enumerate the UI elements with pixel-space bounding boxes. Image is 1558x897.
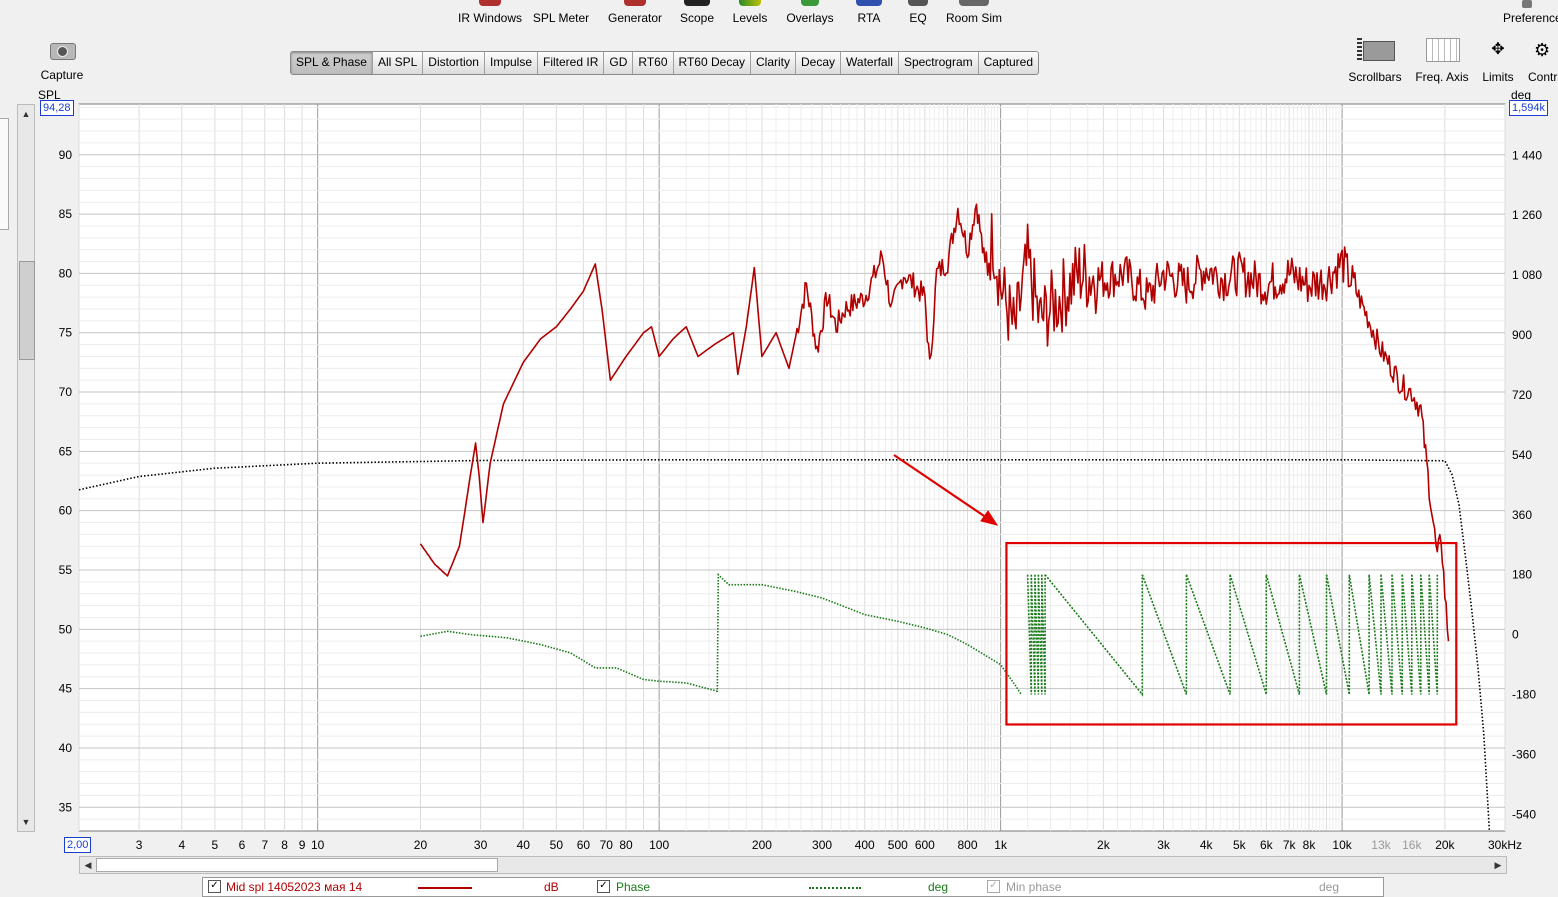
phase-tick-label: 1 080 bbox=[1512, 268, 1542, 282]
spl-tick-label: 90 bbox=[59, 148, 73, 162]
horizontal-scroll-thumb[interactable] bbox=[96, 858, 498, 872]
phase-tick-label: 900 bbox=[1512, 328, 1532, 342]
phase-tick-label: 1 260 bbox=[1512, 208, 1542, 222]
phase-visible-checkbox[interactable]: ✓ bbox=[597, 880, 610, 893]
freq-tick-label: 13k bbox=[1371, 838, 1391, 852]
freq-tick-label: 4 bbox=[178, 838, 185, 852]
phase-tick-label: 0 bbox=[1512, 628, 1519, 642]
freq-tick-label: 50 bbox=[550, 838, 564, 852]
freq-tick-label: 8k bbox=[1303, 838, 1317, 852]
freq-axis-right-label: 30kHz bbox=[1488, 838, 1523, 852]
spl-tick-label: 40 bbox=[59, 741, 73, 755]
phase-tick-label: 540 bbox=[1512, 448, 1532, 462]
spl-tick-label: 65 bbox=[59, 444, 73, 458]
spl-tick-label: 70 bbox=[59, 385, 73, 399]
freq-tick-label: 10k bbox=[1332, 838, 1352, 852]
phase-tick-label: -180 bbox=[1512, 688, 1536, 702]
legend-phase-swatch bbox=[809, 887, 861, 889]
freq-tick-label: 2k bbox=[1097, 838, 1111, 852]
freq-tick-label: 6 bbox=[239, 838, 246, 852]
phase-tick-label: -540 bbox=[1512, 807, 1536, 821]
legend-minphase-unit: deg bbox=[1319, 880, 1340, 894]
freq-tick-label: 10 bbox=[311, 838, 325, 852]
spl-tick-label: 60 bbox=[59, 504, 73, 518]
spl-visible-checkbox[interactable]: ✓ bbox=[208, 880, 221, 893]
spl-tick-label: 80 bbox=[59, 266, 73, 280]
freq-tick-label: 70 bbox=[600, 838, 614, 852]
freq-tick-label: 5k bbox=[1233, 838, 1247, 852]
spl-tick-label: 35 bbox=[59, 800, 73, 814]
phase-axis-top-value[interactable]: 1,594k bbox=[1509, 100, 1549, 116]
freq-tick-label: 300 bbox=[812, 838, 832, 852]
freq-tick-label: 80 bbox=[619, 838, 633, 852]
scroll-left-icon[interactable]: ◀ bbox=[81, 858, 95, 872]
legend-minphase-name[interactable]: Min phase bbox=[1006, 880, 1061, 894]
freq-tick-label: 3 bbox=[136, 838, 143, 852]
spl-tick-label: 75 bbox=[59, 326, 73, 340]
spl-tick-label: 55 bbox=[59, 563, 73, 577]
freq-tick-label: 200 bbox=[752, 838, 772, 852]
freq-tick-label: 30 bbox=[474, 838, 488, 852]
freq-tick-label: 5 bbox=[212, 838, 219, 852]
freq-tick-label: 500 bbox=[888, 838, 908, 852]
spl-tick-label: 45 bbox=[59, 682, 73, 696]
freq-tick-label: 1k bbox=[994, 838, 1008, 852]
spl-phase-chart[interactable]: 354045505560657075808590-540-360-1800180… bbox=[0, 0, 1558, 893]
freq-tick-label: 20k bbox=[1435, 838, 1455, 852]
plot-area bbox=[78, 103, 1506, 832]
freq-tick-label: 100 bbox=[649, 838, 669, 852]
freq-tick-label: 16k bbox=[1402, 838, 1422, 852]
phase-tick-label: 180 bbox=[1512, 568, 1532, 582]
freq-tick-label: 3k bbox=[1157, 838, 1171, 852]
horizontal-scrollbar[interactable]: ◀ ▶ bbox=[79, 856, 1507, 874]
freq-tick-label: 7k bbox=[1283, 838, 1297, 852]
freq-tick-label: 40 bbox=[517, 838, 531, 852]
freq-tick-label: 800 bbox=[958, 838, 978, 852]
legend-spl-name[interactable]: Mid spl 14052023 мая 14 bbox=[226, 880, 362, 894]
spl-axis-top-value[interactable]: 94,28 bbox=[40, 100, 74, 116]
freq-tick-label: 600 bbox=[915, 838, 935, 852]
freq-tick-label: 20 bbox=[414, 838, 428, 852]
phase-tick-label: 1 440 bbox=[1512, 148, 1542, 162]
freq-tick-label: 9 bbox=[299, 838, 306, 852]
freq-tick-label: 4k bbox=[1200, 838, 1214, 852]
freq-tick-label: 6k bbox=[1260, 838, 1274, 852]
legend-bar: ✓ Mid spl 14052023 мая 14 dB ✓ Phase deg… bbox=[202, 877, 1384, 897]
legend-phase-unit: deg bbox=[928, 880, 949, 894]
legend-phase-name[interactable]: Phase bbox=[616, 880, 650, 894]
spl-tick-label: 85 bbox=[59, 207, 73, 221]
freq-tick-label: 7 bbox=[261, 838, 268, 852]
scroll-right-icon[interactable]: ▶ bbox=[1491, 858, 1505, 872]
minphase-visible-checkbox[interactable]: ✓ bbox=[987, 880, 1000, 893]
spl-tick-label: 50 bbox=[59, 622, 73, 636]
phase-tick-label: -360 bbox=[1512, 747, 1536, 761]
freq-tick-label: 400 bbox=[855, 838, 875, 852]
freq-tick-label: 8 bbox=[281, 838, 288, 852]
phase-tick-label: 360 bbox=[1512, 508, 1532, 522]
phase-tick-label: 720 bbox=[1512, 388, 1532, 402]
legend-spl-swatch bbox=[418, 887, 472, 889]
legend-spl-unit: dB bbox=[544, 880, 559, 894]
freq-tick-label: 60 bbox=[577, 838, 591, 852]
freq-axis-left-value[interactable]: 2,00 bbox=[64, 837, 92, 853]
